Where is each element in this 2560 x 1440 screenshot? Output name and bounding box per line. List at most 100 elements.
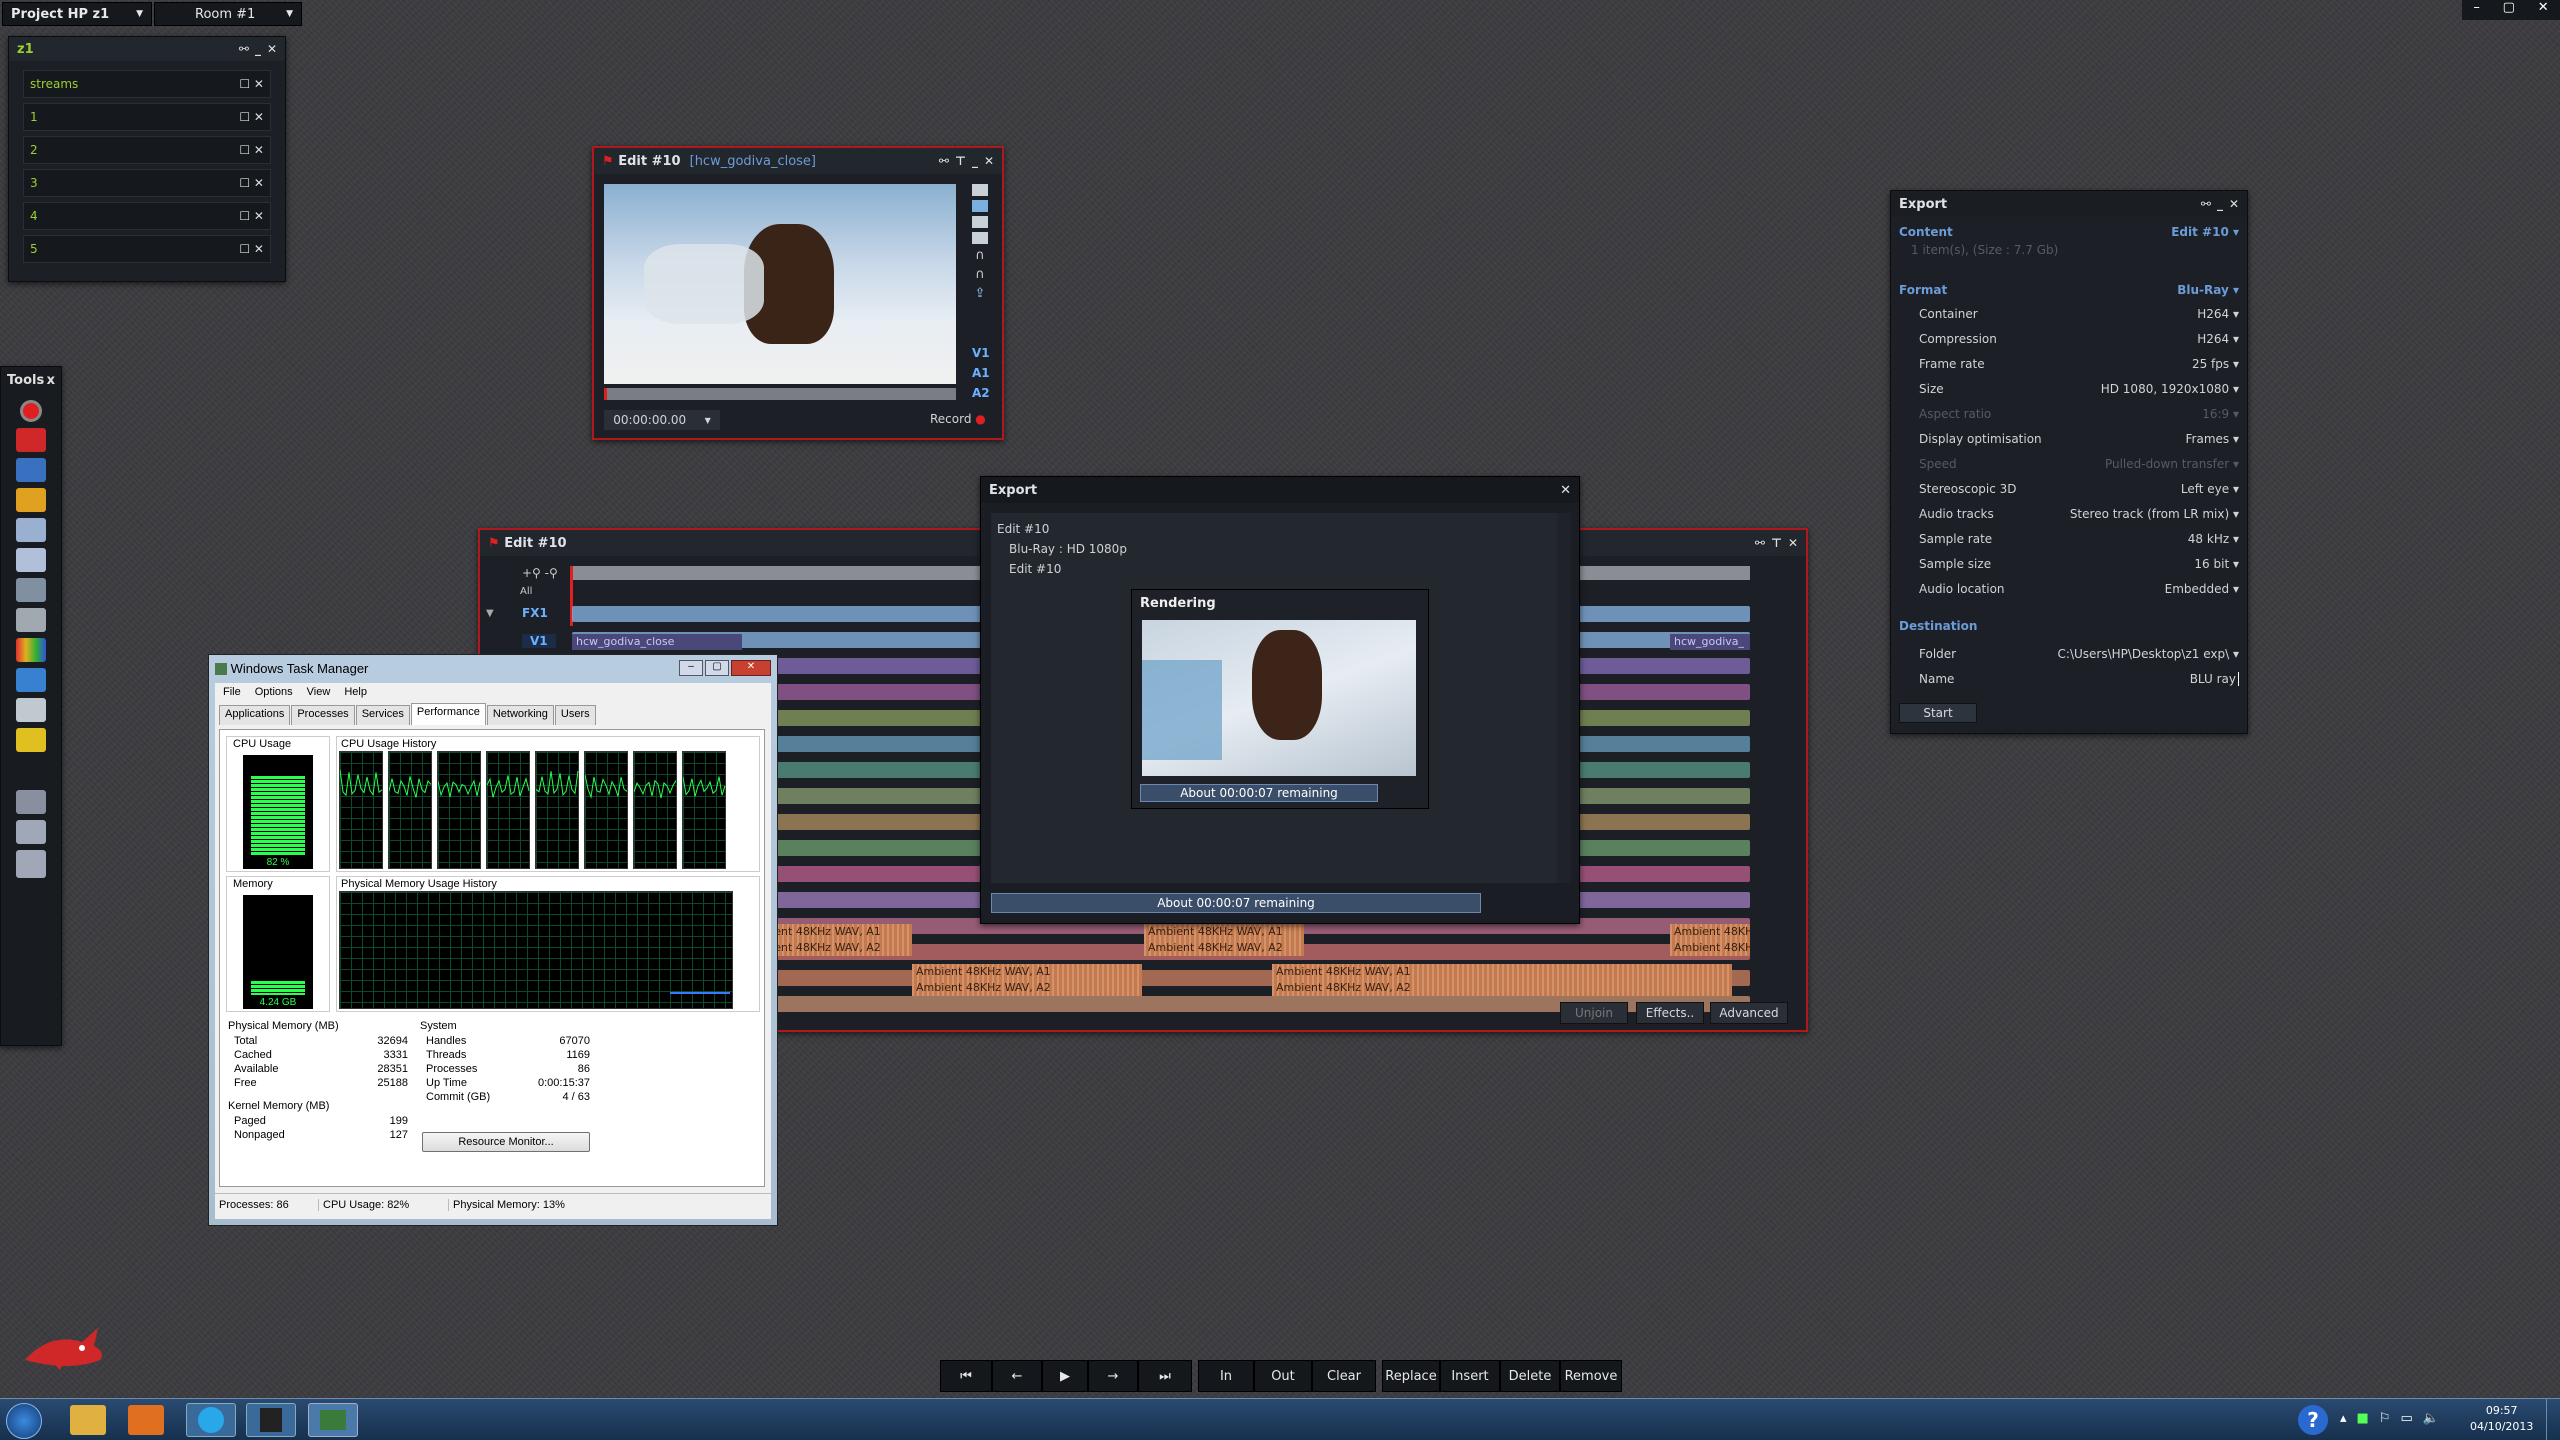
audio-clip[interactable]: Ambient 48KHz WAV, A2 (1272, 980, 1732, 996)
export-setting-row[interactable]: Sample rate 48 kHz ▾ (1899, 526, 2239, 551)
close-icon[interactable]: x (47, 373, 55, 388)
minimize-icon[interactable]: – (679, 660, 703, 676)
in-button[interactable]: In (1198, 1360, 1254, 1392)
loop-icon[interactable]: ∩ (975, 248, 985, 263)
close-icon[interactable]: ✕ (2538, 0, 2549, 20)
export-setting-row[interactable]: Frame rate 25 fps ▾ (1899, 351, 2239, 376)
setting-value[interactable]: Embedded ▾ (2165, 582, 2239, 596)
setting-value[interactable]: HD 1080, 1920x1080 ▾ (2101, 382, 2239, 396)
setting-value[interactable]: 16 bit ▾ (2194, 557, 2239, 571)
tm-menu-item[interactable]: File (223, 686, 241, 698)
setting-value[interactable]: H264 ▾ (2197, 332, 2239, 346)
close-icon[interactable]: ✕ (267, 42, 277, 56)
folder-tool-icon[interactable] (16, 488, 46, 512)
record-tool-icon[interactable] (20, 400, 42, 422)
stream-item[interactable]: 3 ☐ ✕ (23, 169, 271, 197)
timeline-clip[interactable]: hcw_godiva_close (572, 634, 742, 650)
maximize-icon[interactable]: ▢ (2503, 0, 2515, 20)
pin-icon[interactable]: ⊤ (955, 154, 966, 168)
card-icon[interactable] (972, 232, 988, 244)
layers-tool-icon[interactable] (16, 548, 46, 572)
export-setting-row[interactable]: Aspect ratio 16:9 ▾ (1899, 401, 2239, 426)
play-button[interactable]: ▶ (1042, 1360, 1088, 1392)
start-button[interactable]: Start (1899, 703, 1977, 723)
audio-clip[interactable]: Ambient 48KH (1670, 940, 1750, 956)
tm-menu-item[interactable]: View (307, 686, 331, 698)
users-tool-icon[interactable] (16, 820, 46, 844)
tm-tab[interactable]: Users (554, 705, 596, 725)
printer-tool-icon[interactable] (16, 578, 46, 602)
close-icon[interactable]: ✕ (1788, 536, 1798, 550)
close-icon[interactable]: ✕ (2229, 197, 2239, 211)
setting-value[interactable]: 16:9 ▾ (2202, 407, 2239, 421)
minimize-icon[interactable]: _ (972, 154, 978, 168)
link-icon[interactable]: ⚯ (239, 42, 249, 56)
room-selector[interactable]: Room #1 ▼ (154, 2, 302, 26)
delete-button[interactable]: Delete (1500, 1360, 1560, 1392)
track-a1[interactable]: A1 (972, 366, 990, 380)
stream-item[interactable]: streams ☐ ✕ (23, 70, 271, 98)
track-fx1[interactable]: FX1 (522, 606, 548, 620)
audio-clip[interactable]: Ambient 48KHz WAV, A1 (1144, 924, 1304, 940)
loop-icon[interactable]: ∩ (975, 267, 985, 282)
color-bars-tool-icon[interactable] (16, 638, 46, 662)
folder-icon[interactable] (972, 184, 988, 196)
insert-button[interactable]: Insert (1440, 1360, 1500, 1392)
table-tool-icon[interactable] (16, 518, 46, 542)
download-tool-icon[interactable] (16, 850, 46, 878)
stream-controls-icon[interactable]: ☐ ✕ (239, 110, 264, 124)
record-button[interactable]: Record ● (930, 412, 986, 426)
close-icon[interactable]: ✕ (731, 660, 771, 676)
stream-item[interactable]: 1 ☐ ✕ (23, 103, 271, 131)
expand-icon[interactable]: ▼ (486, 608, 494, 619)
setting-value[interactable]: 48 kHz ▾ (2188, 532, 2239, 546)
name-field[interactable]: BLU ray (2190, 671, 2239, 686)
setting-value[interactable]: H264 ▾ (2197, 307, 2239, 321)
export-setting-row[interactable]: Audio tracks Stereo track (from LR mix) ▾ (1899, 501, 2239, 526)
stream-controls-icon[interactable]: ☐ ✕ (239, 77, 264, 91)
export-setting-row[interactable]: Speed Pulled-down transfer ▾ (1899, 451, 2239, 476)
viewer-scrubber[interactable] (604, 388, 956, 400)
format-dropdown[interactable]: Blu-Ray ▾ (2177, 283, 2239, 297)
stream-controls-icon[interactable]: ☐ ✕ (239, 143, 264, 157)
setting-value[interactable]: Pulled-down transfer ▾ (2105, 457, 2239, 471)
lightworks-taskbar-icon[interactable] (246, 1403, 296, 1437)
replace-button[interactable]: Replace (1382, 1360, 1440, 1392)
tm-tab[interactable]: Services (355, 705, 410, 725)
skype-taskbar-icon[interactable] (186, 1403, 236, 1437)
unjoin-button[interactable]: Unjoin (1560, 1002, 1628, 1024)
tm-tab[interactable]: Performance (410, 703, 486, 725)
stream-controls-icon[interactable]: ☐ ✕ (239, 209, 264, 223)
help-icon[interactable]: ? (2298, 1405, 2328, 1435)
import-tool-icon[interactable] (16, 428, 46, 452)
step-back-button[interactable]: ← (992, 1360, 1042, 1392)
tray-icons[interactable]: ▴ ■ ⚐ ▭ 🔈 (2340, 1411, 2439, 1426)
resource-monitor-button[interactable]: Resource Monitor... (422, 1132, 590, 1152)
audio-clip[interactable]: Ambient 48KHz WAV, A1 (1272, 964, 1732, 980)
setting-value[interactable]: 25 fps ▾ (2192, 357, 2239, 371)
audio-clip[interactable]: Ambient 48KHz WAV, A2 (912, 980, 1142, 996)
export-setting-row[interactable]: Stereoscopic 3D Left eye ▾ (1899, 476, 2239, 501)
media-player-taskbar-icon[interactable] (128, 1405, 164, 1435)
go-start-button[interactable]: ⏮ (940, 1360, 992, 1392)
effects-tool-icon[interactable] (16, 728, 46, 752)
audio-clip[interactable]: Ambient 48KHz WAV, A2 (1144, 940, 1304, 956)
export-setting-row[interactable]: Size HD 1080, 1920x1080 ▾ (1899, 376, 2239, 401)
card-icon[interactable] (972, 216, 988, 228)
close-icon[interactable]: ✕ (1560, 483, 1571, 498)
dialog-scrollbar[interactable] (1557, 513, 1571, 883)
clear-button[interactable]: Clear (1312, 1360, 1376, 1392)
link-icon[interactable]: ⚯ (2201, 197, 2211, 211)
track-a2[interactable]: A2 (972, 386, 990, 400)
folder-field[interactable]: C:\Users\HP\Desktop\z1 exp\ ▾ (2058, 647, 2239, 661)
list-icon[interactable] (972, 200, 988, 212)
export-setting-row[interactable]: Display optimisation Frames ▾ (1899, 426, 2239, 451)
stream-item[interactable]: 4 ☐ ✕ (23, 202, 271, 230)
show-desktop-button[interactable] (2546, 1399, 2560, 1440)
setting-value[interactable]: Stereo track (from LR mix) ▾ (2070, 507, 2239, 521)
tm-menu-item[interactable]: Help (344, 686, 367, 698)
minimize-icon[interactable]: _ (2217, 197, 2223, 211)
audio-clip[interactable]: Ambient 48KH (1670, 924, 1750, 940)
advanced-button[interactable]: Advanced (1710, 1002, 1788, 1024)
effects-button[interactable]: Effects.. (1636, 1002, 1704, 1024)
